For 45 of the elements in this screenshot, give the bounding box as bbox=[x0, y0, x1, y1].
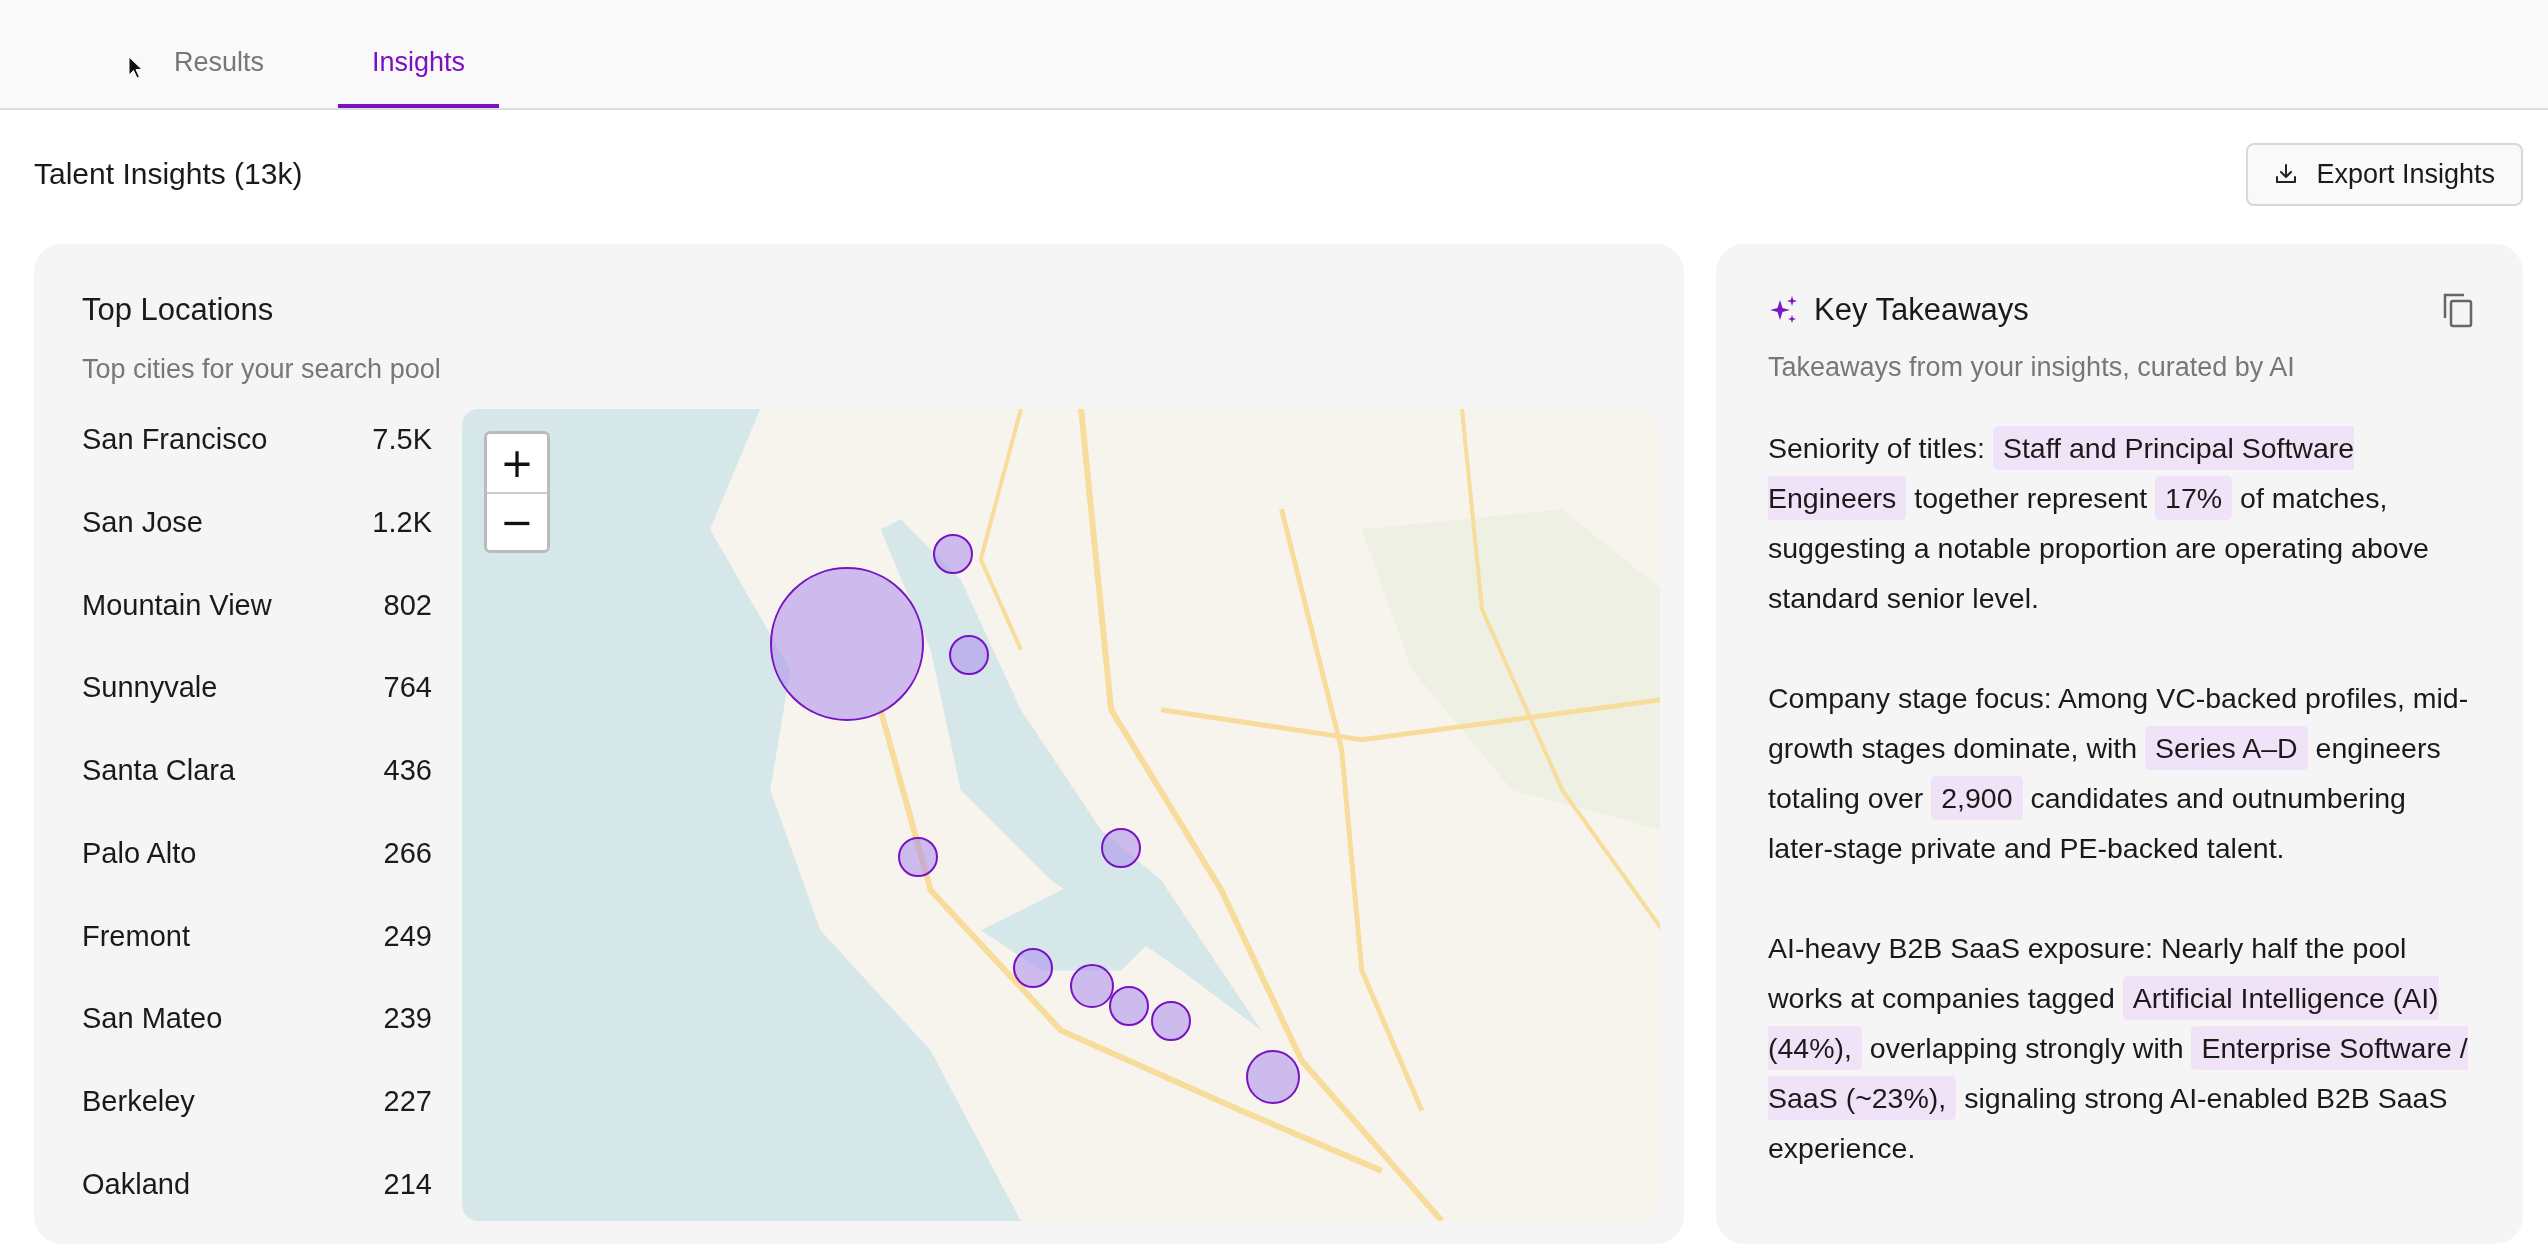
cursor-icon bbox=[128, 56, 144, 80]
city-name: Oakland bbox=[82, 1167, 190, 1201]
takeaway-paragraph: AI-heavy B2B SaaS exposure: Nearly half the pool works at companies tagged Artificial Intelligence (AI) (44%), overlapping strongly with Enterprise Software / SaaS (~23%), signaling strong AI-enabled B2B SaaS experience. bbox=[1768, 931, 2469, 1166]
tab[interactable]: Results bbox=[140, 47, 299, 108]
city-name: Mountain View bbox=[82, 588, 272, 622]
page-title: Talent Insights (13k) bbox=[34, 157, 303, 191]
card-title: Key Takeaways bbox=[1814, 292, 2030, 328]
card-subtitle: Takeaways from your insights, curated by AI bbox=[1768, 352, 2296, 383]
zoom-out-button[interactable]: − bbox=[487, 492, 547, 550]
city-name: Fremont bbox=[82, 919, 190, 953]
map-marker[interactable] bbox=[933, 533, 974, 574]
city-count: 266 bbox=[383, 836, 432, 870]
map-marker[interactable] bbox=[1151, 1001, 1192, 1042]
city-count: 239 bbox=[383, 1002, 432, 1036]
map-marker[interactable] bbox=[1109, 985, 1150, 1026]
city-count: 764 bbox=[383, 671, 432, 705]
city-count: 227 bbox=[383, 1085, 432, 1119]
city-name: San Mateo bbox=[82, 1002, 223, 1036]
map-marker[interactable] bbox=[1070, 963, 1115, 1008]
card-subtitle: Top cities for your search pool bbox=[82, 354, 442, 385]
copy-icon[interactable] bbox=[2441, 292, 2475, 328]
city-count: 436 bbox=[383, 754, 432, 788]
city-count: 249 bbox=[383, 919, 432, 953]
city-count: 7.5K bbox=[372, 423, 432, 456]
tab[interactable]: Insights bbox=[338, 47, 500, 108]
city-count: 214 bbox=[383, 1167, 432, 1201]
card-title: Top Locations bbox=[82, 292, 275, 328]
city-count: 1.2K bbox=[372, 505, 432, 539]
map-marker[interactable] bbox=[1013, 947, 1054, 988]
city-count: 802 bbox=[383, 588, 432, 622]
city-name: Palo Alto bbox=[82, 836, 197, 870]
map-marker[interactable] bbox=[948, 635, 989, 676]
map-marker[interactable] bbox=[898, 837, 939, 878]
city-name: Sunnyvale bbox=[82, 671, 218, 705]
map-marker[interactable] bbox=[1246, 1050, 1301, 1105]
takeaway-paragraph: Seniority of titles: Staff and Principal Software Engineers together represent 17% of matches, suggesting a notable proportion are operating above standard senior level. bbox=[1768, 423, 2475, 623]
zoom-in-button[interactable]: + bbox=[487, 434, 547, 492]
city-name: Berkeley bbox=[82, 1085, 195, 1119]
map-marker[interactable] bbox=[1100, 828, 1141, 869]
download-icon bbox=[2274, 162, 2299, 186]
city-name: San Francisco bbox=[82, 423, 268, 456]
takeaway-paragraph: Company stage focus: Among VC-backed profiles, mid-growth stages dominate, with Series A–D engineers totaling over 2,900 candidates and outnumbering later-stage private and PE-backed talent. bbox=[1768, 681, 2470, 866]
city-name: San Jose bbox=[82, 505, 203, 539]
city-name: Santa Clara bbox=[82, 754, 236, 788]
export-button[interactable]: Export Insights bbox=[2246, 142, 2523, 206]
